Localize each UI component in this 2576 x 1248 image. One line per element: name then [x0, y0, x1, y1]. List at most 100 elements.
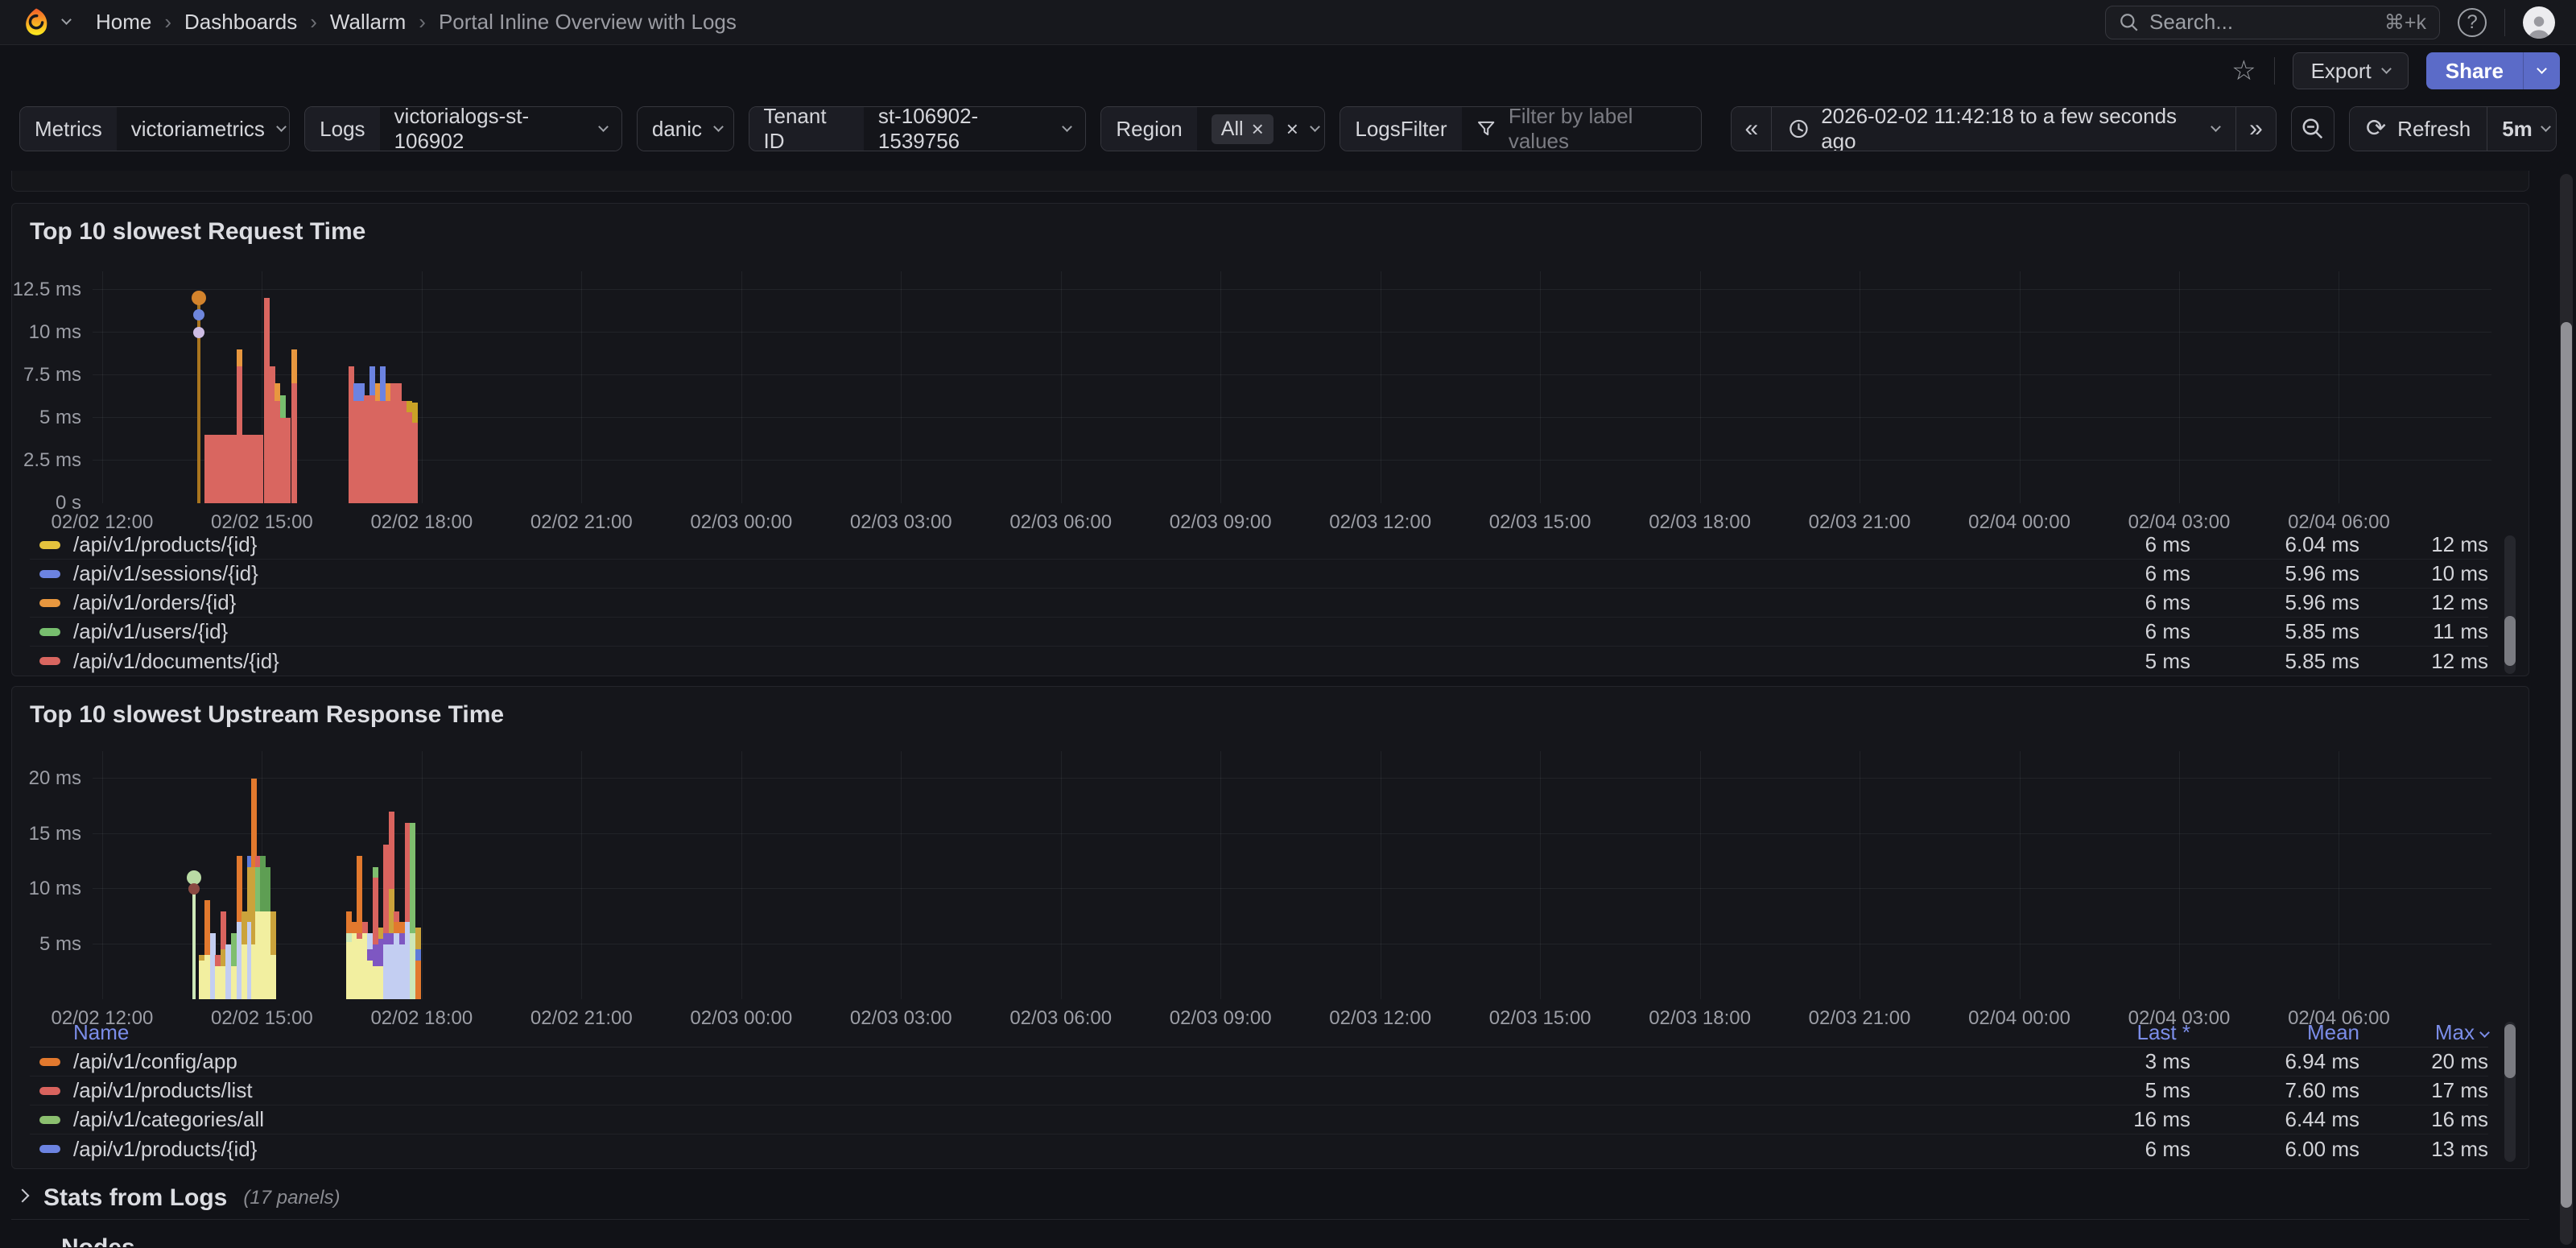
- legend-series-color: [39, 1058, 60, 1066]
- region-chip-all[interactable]: All ×: [1212, 114, 1274, 144]
- variables-bar: Metrics victoriametrics Logs victorialog…: [0, 97, 2576, 167]
- legend-last-value: 6 ms: [2054, 619, 2190, 644]
- chevron-down-icon: [598, 122, 609, 132]
- gridline-vertical: [1700, 271, 1701, 503]
- metrics-value: victoriametrics: [131, 117, 265, 142]
- row-panel-count: (17 panels): [243, 1187, 340, 1209]
- legend-series-color: [39, 541, 60, 549]
- share-button[interactable]: Share: [2426, 52, 2523, 89]
- logsfilter-control[interactable]: LogsFilter Filter by label values: [1340, 106, 1702, 151]
- region-picker[interactable]: Region All × ×: [1100, 106, 1325, 151]
- lollipop-stem: [192, 878, 196, 999]
- page-scrollbar[interactable]: [2560, 174, 2573, 1245]
- time-shift-forward-button[interactable]: »: [2235, 107, 2276, 151]
- legend-series-name[interactable]: /api/v1/products/{id}: [73, 532, 257, 557]
- export-button[interactable]: Export: [2293, 52, 2409, 89]
- search-placeholder: Search...: [2149, 10, 2233, 35]
- bar-segment: [412, 403, 418, 423]
- close-icon[interactable]: ×: [1252, 118, 1264, 139]
- help-icon[interactable]: ?: [2458, 8, 2487, 37]
- bar-segment: [412, 423, 418, 503]
- logs-datasource-picker[interactable]: Logs victorialogs-st-106902: [304, 106, 622, 151]
- gridline-vertical: [1061, 751, 1062, 999]
- grafana-logo-icon[interactable]: [21, 7, 52, 38]
- refresh-button-label: Refresh: [2397, 117, 2471, 142]
- nav-divider: [2504, 9, 2505, 36]
- legend-series-name[interactable]: /api/v1/orders/{id}: [73, 590, 236, 615]
- time-range-picker: « 2026-02-02 11:42:18 to a few seconds a…: [1731, 106, 2277, 151]
- gridline-vertical: [102, 271, 103, 503]
- y-axis-tick-label: 12.5 ms: [13, 279, 81, 301]
- clear-all-icon[interactable]: ×: [1286, 118, 1298, 139]
- bar-segment: [270, 911, 276, 956]
- panel-request-time: Top 10 slowest Request Time 0 s2.5 ms5 m…: [11, 203, 2529, 676]
- breadcrumb-folder[interactable]: Wallarm: [330, 10, 406, 35]
- row-stats-from-logs[interactable]: Stats from Logs (17 panels): [11, 1179, 2529, 1217]
- gridline-vertical: [102, 751, 103, 999]
- panel-upstream-response-time: Top 10 slowest Upstream Response Time 5 …: [11, 686, 2529, 1169]
- timeseries-plot[interactable]: 5 ms10 ms15 ms20 ms02/02 12:0002/02 15:0…: [93, 751, 2491, 999]
- bar-segment: [415, 928, 421, 949]
- chevron-down-icon: [2537, 64, 2547, 74]
- y-axis-tick-label: 15 ms: [29, 823, 81, 845]
- breadcrumb-separator-icon: ›: [310, 10, 317, 35]
- legend-series-name[interactable]: /api/v1/users/{id}: [73, 619, 228, 644]
- legend-series-name[interactable]: /api/v1/config/app: [73, 1049, 237, 1074]
- breadcrumb-dashboards[interactable]: Dashboards: [184, 10, 297, 35]
- row-divider: [11, 1219, 2529, 1220]
- panel-title[interactable]: Top 10 slowest Upstream Response Time: [30, 701, 504, 729]
- bar-segment: [362, 922, 368, 933]
- legend-series-name[interactable]: /api/v1/products/list: [73, 1078, 253, 1103]
- time-shift-back-button[interactable]: «: [1732, 107, 1772, 151]
- time-range-button[interactable]: 2026-02-02 11:42:18 to a few seconds ago: [1772, 107, 2235, 151]
- breadcrumb-home[interactable]: Home: [96, 10, 151, 35]
- gridline-horizontal: [93, 460, 2491, 461]
- legend-series-color: [39, 599, 60, 607]
- breadcrumb: Home › Dashboards › Wallarm › Portal Inl…: [96, 10, 737, 35]
- gridline-vertical: [581, 271, 582, 503]
- gridline-vertical: [422, 271, 423, 503]
- legend-sort-mean[interactable]: Mean: [2190, 1020, 2359, 1045]
- refresh-button[interactable]: ⟳ Refresh: [2350, 107, 2487, 151]
- avatar[interactable]: [2523, 6, 2555, 39]
- share-menu-button[interactable]: [2523, 52, 2560, 89]
- refresh-interval-button[interactable]: 5m: [2487, 107, 2557, 151]
- zoom-out-icon: [2301, 117, 2325, 141]
- legend-series-name[interactable]: /api/v1/sessions/{id}: [73, 561, 258, 586]
- y-axis-tick-label: 5 ms: [39, 407, 81, 429]
- logs-value: victorialogs-st-106902: [394, 106, 587, 151]
- search-input[interactable]: Search... ⌘+k: [2105, 6, 2440, 39]
- bar-segment: [415, 949, 421, 961]
- legend-scrollbar[interactable]: [2504, 1022, 2516, 1162]
- legend-scrollbar[interactable]: [2504, 535, 2516, 674]
- bar-segment: [291, 383, 297, 503]
- metrics-datasource-picker[interactable]: Metrics victoriametrics: [19, 106, 290, 151]
- org-switcher-chevron-icon[interactable]: [61, 14, 72, 25]
- legend-sort-last[interactable]: Last *: [2054, 1020, 2190, 1045]
- bar-segment: [251, 779, 257, 867]
- legend-row: /api/v1/products/{id}6 ms6.04 ms12 ms: [30, 531, 2488, 560]
- gridline-vertical: [422, 751, 423, 999]
- chevron-down-icon: [1063, 122, 1073, 132]
- legend-sort-name[interactable]: Name: [73, 1020, 129, 1045]
- legend-sort-max[interactable]: Max: [2359, 1020, 2488, 1045]
- logsfilter-placeholder: Filter by label values: [1509, 106, 1687, 151]
- environment-picker[interactable]: danic: [637, 106, 734, 151]
- legend-series-name[interactable]: /api/v1/products/{id}: [73, 1137, 257, 1162]
- zoom-out-button[interactable]: [2291, 106, 2334, 151]
- favorite-star-icon[interactable]: ☆: [2231, 57, 2256, 85]
- page-scrollbar-thumb[interactable]: [2561, 322, 2572, 1208]
- gridline-vertical: [581, 751, 582, 999]
- row-expand-chevron-icon[interactable]: [16, 1189, 30, 1203]
- timeseries-plot[interactable]: 0 s2.5 ms5 ms7.5 ms10 ms12.5 ms02/02 12:…: [93, 271, 2491, 503]
- row-partial-bottom[interactable]: Nodes: [11, 1234, 2529, 1247]
- y-axis-tick-label: 20 ms: [29, 767, 81, 790]
- tenant-id-label: Tenant ID: [749, 107, 864, 151]
- region-chip-label: All: [1221, 118, 1244, 141]
- legend-mean-value: 5.96 ms: [2190, 561, 2359, 586]
- panel-title[interactable]: Top 10 slowest Request Time: [30, 218, 365, 246]
- legend-mean-value: 5.85 ms: [2190, 619, 2359, 644]
- legend-series-name[interactable]: /api/v1/documents/{id}: [73, 649, 279, 674]
- legend-series-name[interactable]: /api/v1/categories/all: [73, 1107, 264, 1132]
- tenant-id-picker[interactable]: Tenant ID st-106902-1539756: [749, 106, 1087, 151]
